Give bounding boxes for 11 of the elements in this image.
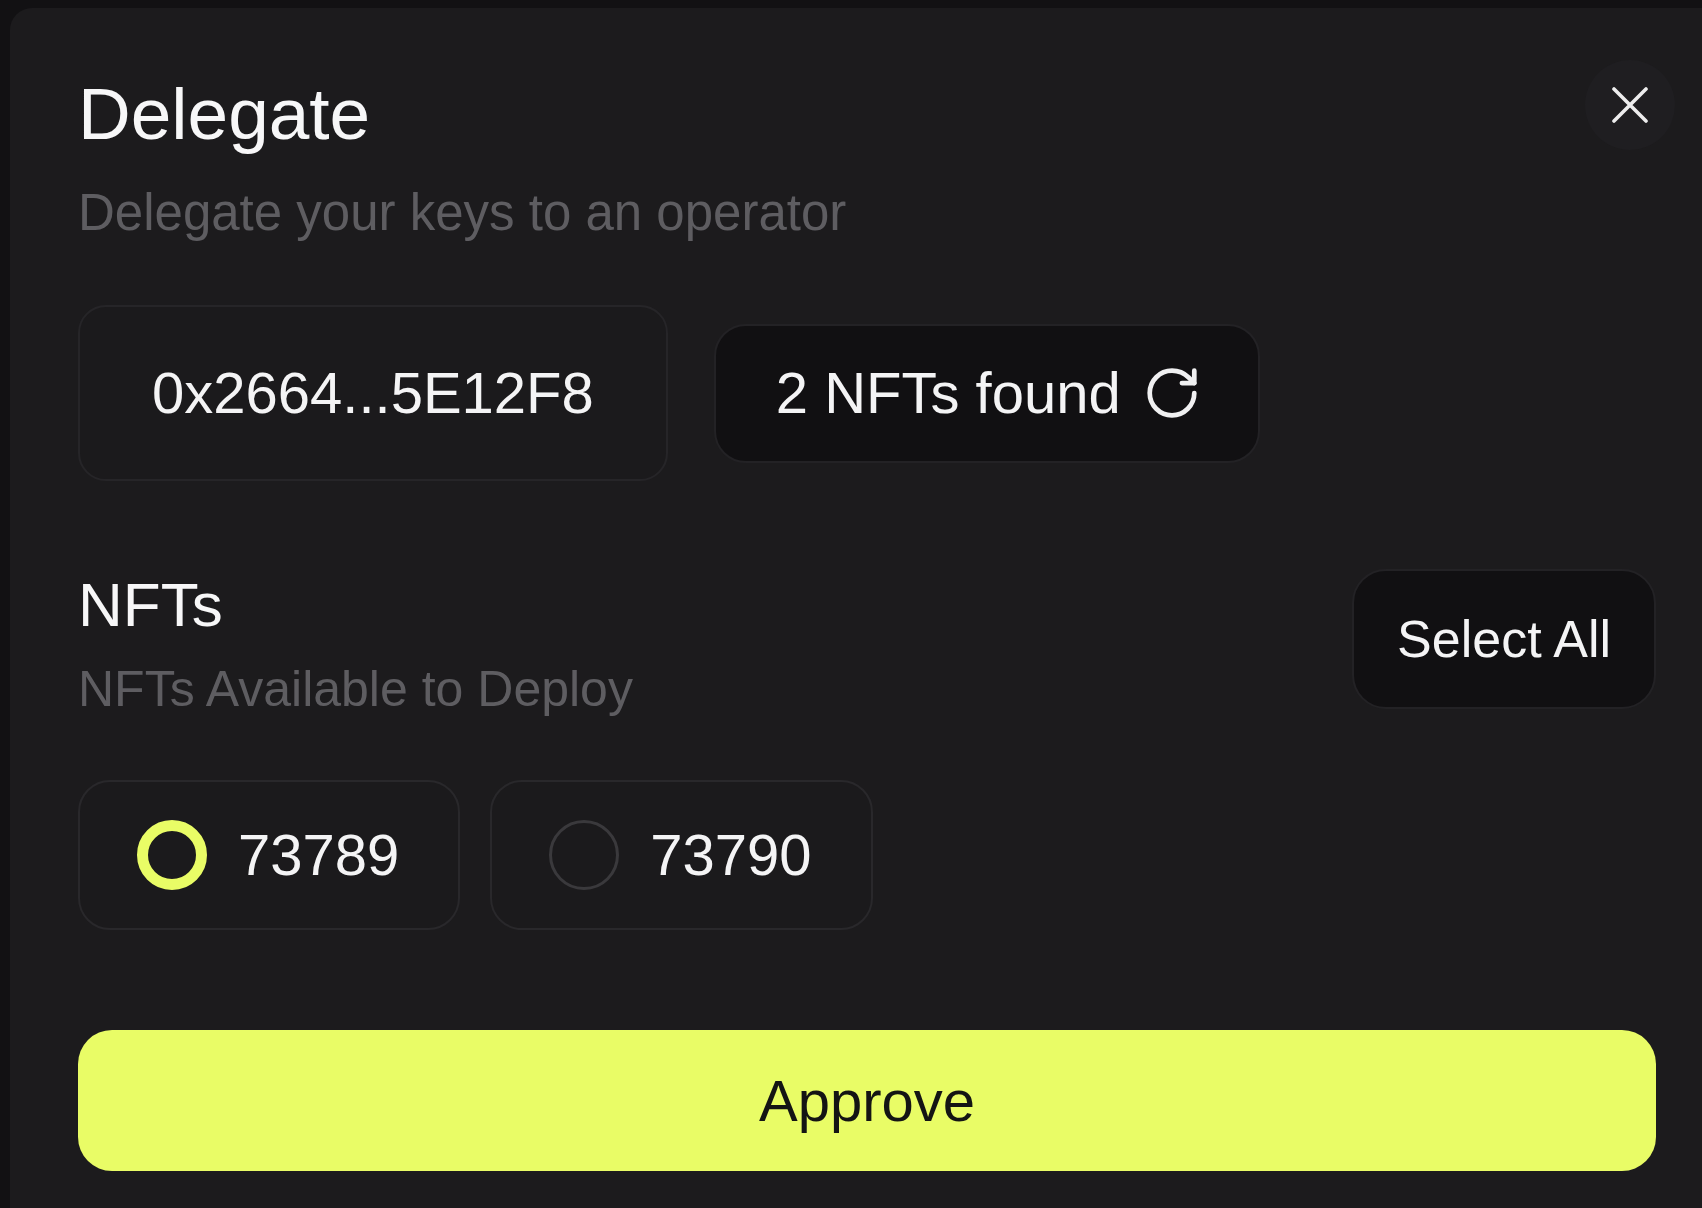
nft-option[interactable]: 73789	[78, 780, 461, 930]
nft-option[interactable]: 73790	[490, 780, 873, 930]
approve-button[interactable]: Approve	[78, 1030, 1656, 1171]
refresh-icon	[1145, 367, 1198, 419]
nfts-found-button[interactable]: 2 NFTs found	[713, 323, 1260, 463]
select-all-button[interactable]: Select All	[1352, 569, 1656, 709]
section-title: NFTs	[78, 574, 224, 636]
wallet-address-button[interactable]: 0x2664...5E12F8	[78, 305, 668, 481]
section-subtitle: NFTs Available to Deploy	[78, 664, 633, 714]
close-icon	[1612, 87, 1648, 123]
radio-button[interactable]	[549, 820, 620, 890]
